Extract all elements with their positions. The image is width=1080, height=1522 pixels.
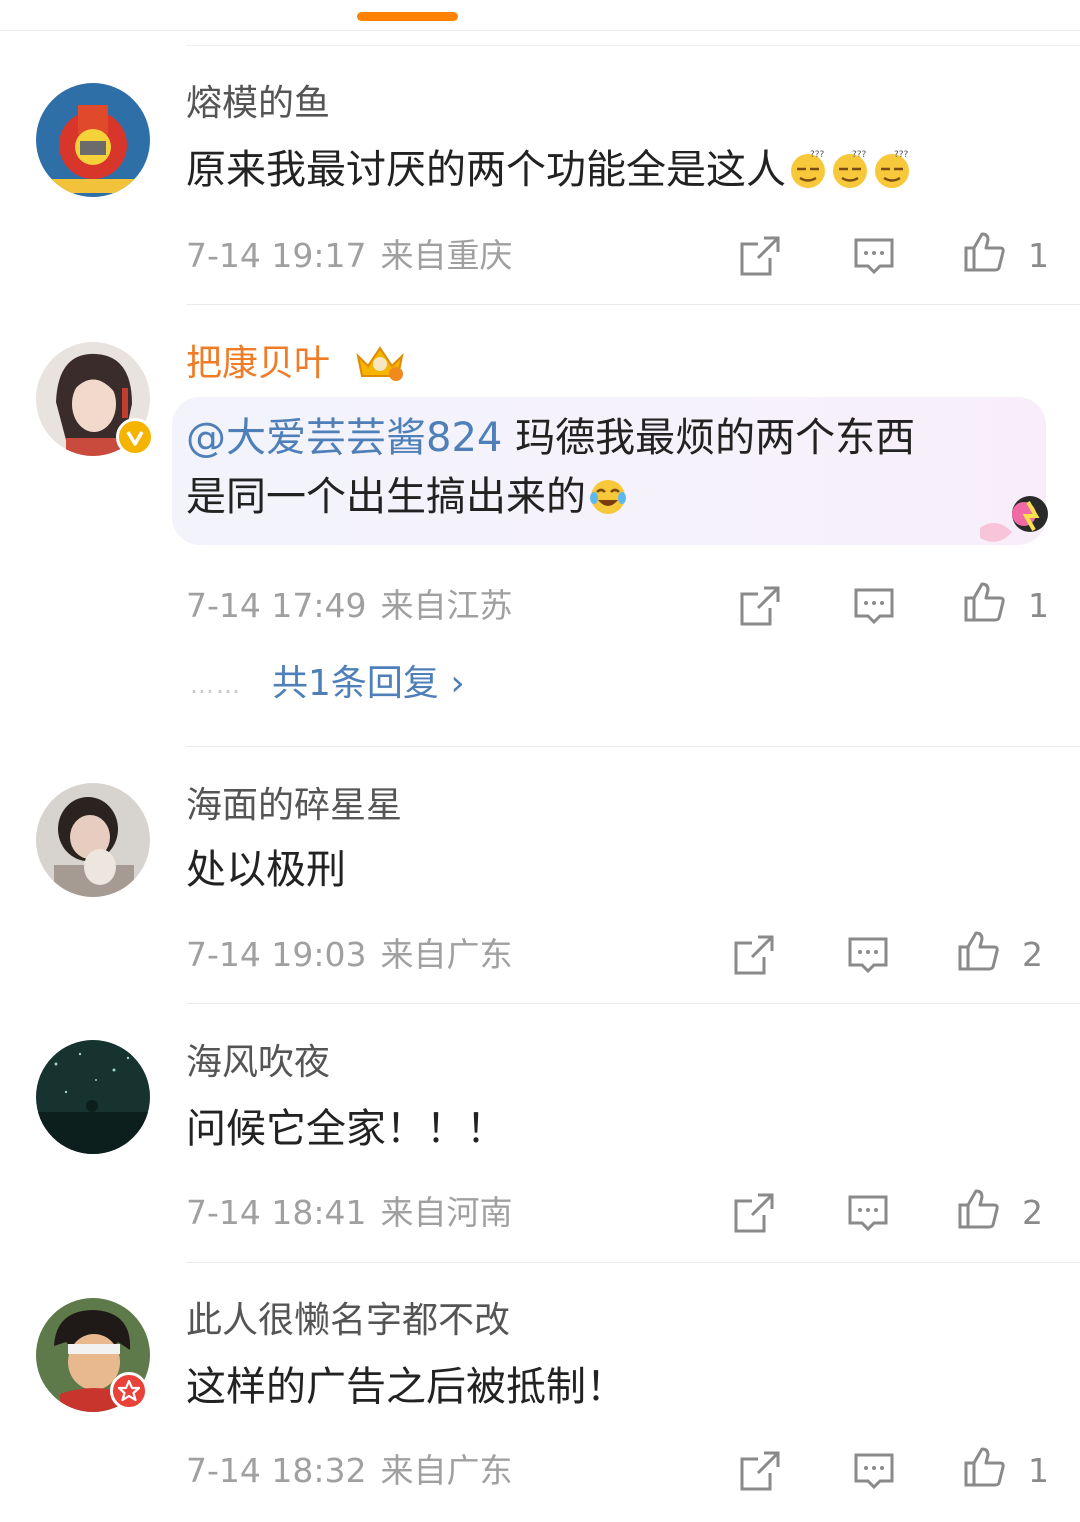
- share-icon[interactable]: [732, 1191, 776, 1235]
- verified-badge-icon: [110, 1372, 148, 1410]
- like-count: 1: [1028, 236, 1049, 275]
- like-icon[interactable]: [956, 1187, 1000, 1231]
- like-icon[interactable]: [956, 929, 1000, 973]
- active-tab-indicator: [357, 12, 458, 21]
- comment-location: 来自广东: [380, 935, 513, 974]
- comment-meta: 7-14 18:32 来自广东: [186, 1451, 513, 1491]
- avatar[interactable]: [36, 1040, 150, 1154]
- username[interactable]: 把康贝叶: [186, 342, 330, 386]
- share-icon[interactable]: [732, 933, 776, 977]
- comment-text: 原来我最讨厌的两个功能全是这人?????????: [186, 142, 912, 198]
- comment-location: 来自重庆: [380, 236, 513, 275]
- comment-icon[interactable]: [852, 584, 896, 628]
- comment-text-line1: 玛德我最烦的两个东西: [502, 415, 916, 461]
- comment-text-body: 这样的广告之后被抵制！: [186, 1364, 626, 1410]
- comment-location: 来自广东: [380, 1451, 513, 1490]
- view-replies-link[interactable]: 共1条回复 ›: [272, 663, 465, 704]
- share-icon[interactable]: [738, 234, 782, 278]
- comment-text-body: 问候它全家！！！: [186, 1106, 506, 1152]
- dizzy-face-emoji: ???: [791, 150, 825, 188]
- like-count: 2: [1022, 935, 1043, 974]
- username[interactable]: 海风吹夜: [186, 1041, 330, 1085]
- comment-meta: 7-14 19:17 来自重庆: [186, 236, 513, 276]
- comment-text: 这样的广告之后被抵制！: [186, 1359, 626, 1415]
- avatar[interactable]: [36, 783, 150, 897]
- svg-text:???: ???: [852, 150, 867, 160]
- like-count: 2: [1022, 1193, 1043, 1232]
- share-icon[interactable]: [738, 584, 782, 628]
- dizzy-face-emoji: ???: [833, 150, 867, 188]
- replies-dots: ……: [190, 671, 242, 699]
- section-divider: [186, 45, 1080, 46]
- comment-time: 7-14 17:49: [186, 586, 367, 625]
- view-replies[interactable]: …… 共1条回复 ›: [190, 662, 465, 707]
- svg-text:???: ???: [894, 150, 909, 160]
- share-icon[interactable]: [738, 1449, 782, 1493]
- comment-icon[interactable]: [846, 1191, 890, 1235]
- comment-location: 来自江苏: [380, 586, 513, 625]
- crown-badge-icon: [356, 346, 404, 381]
- top-divider: [0, 30, 1080, 31]
- comment-text: 问候它全家！！！: [186, 1101, 506, 1157]
- username[interactable]: 熔模的鱼: [186, 82, 330, 126]
- comment-location: 来自河南: [380, 1193, 513, 1232]
- comment-divider: [186, 1003, 1080, 1004]
- comment-icon[interactable]: [846, 933, 890, 977]
- comment-text-body: 原来我最讨厌的两个功能全是这人: [186, 147, 786, 193]
- comment-meta: 7-14 17:49 来自江苏: [186, 586, 513, 626]
- comment-text: 是同一个出生搞出来的: [186, 469, 628, 525]
- comment-meta: 7-14 19:03 来自广东: [186, 935, 513, 975]
- comment-text: 处以极刑: [186, 842, 346, 898]
- comment-time: 7-14 18:32: [186, 1451, 367, 1490]
- avatar[interactable]: [36, 83, 150, 197]
- bubble-decoration-icon: [980, 496, 1048, 542]
- username[interactable]: 海面的碎星星: [186, 784, 402, 828]
- svg-text:???: ???: [810, 150, 825, 160]
- comment-divider: [186, 746, 1080, 747]
- comment-icon[interactable]: [852, 1449, 896, 1493]
- mention-link[interactable]: @大爱芸芸酱824: [186, 415, 502, 461]
- dizzy-face-emoji: ???: [875, 150, 909, 188]
- comment-text-line2: 是同一个出生搞出来的: [186, 474, 586, 520]
- like-icon[interactable]: [962, 230, 1006, 274]
- verified-badge-icon: [116, 418, 154, 456]
- like-icon[interactable]: [962, 1445, 1006, 1489]
- laughing-tears-emoji: [590, 480, 626, 514]
- comment-divider: [186, 304, 1080, 305]
- comment-text: @大爱芸芸酱824 玛德我最烦的两个东西: [186, 410, 915, 466]
- comment-time: 7-14 19:17: [186, 236, 367, 275]
- comment-time: 7-14 19:03: [186, 935, 367, 974]
- username[interactable]: 此人很懒名字都不改: [186, 1299, 510, 1343]
- comment-icon[interactable]: [852, 234, 896, 278]
- comment-meta: 7-14 18:41 来自河南: [186, 1193, 513, 1233]
- comment-divider: [186, 1262, 1080, 1263]
- like-count: 1: [1028, 586, 1049, 625]
- like-count: 1: [1028, 1451, 1049, 1490]
- like-icon[interactable]: [962, 580, 1006, 624]
- comment-text-body: 处以极刑: [186, 847, 346, 893]
- comment-time: 7-14 18:41: [186, 1193, 367, 1232]
